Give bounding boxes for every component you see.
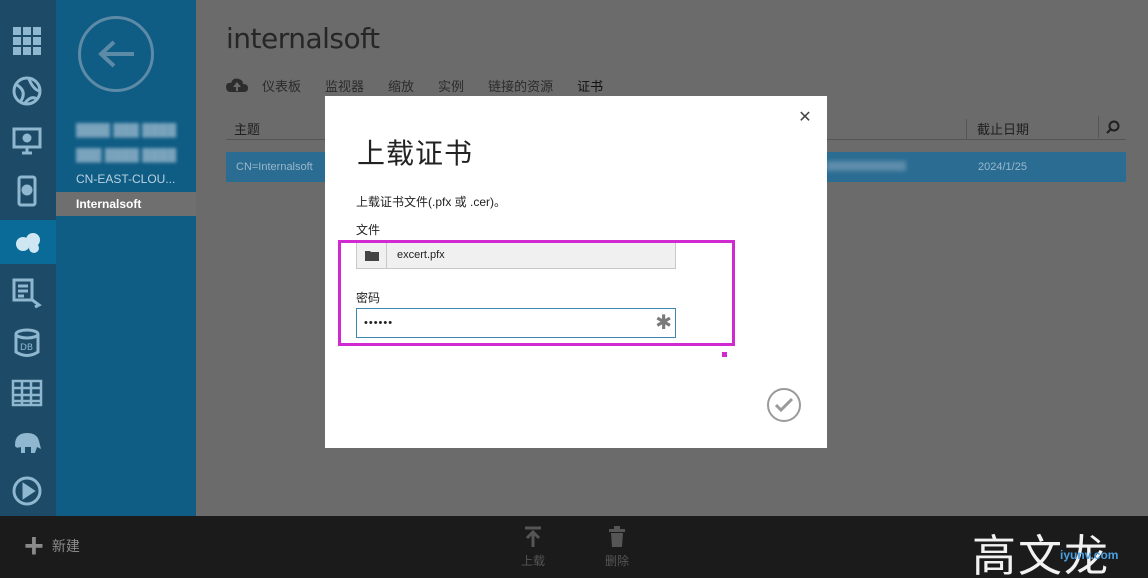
upload-certificate-dialog: ✕ 上载证书 上载证书文件(.pfx 或 .cer)。 文件 excert.pf… — [325, 96, 827, 448]
search-icon[interactable] — [1098, 116, 1126, 138]
confirm-button[interactable] — [767, 388, 801, 422]
upload-button[interactable]: 上载 — [508, 526, 558, 569]
nav-item-blurred-1[interactable]: ████ ███ ████ — [56, 118, 196, 142]
trash-icon — [609, 526, 625, 547]
tab-certificates[interactable]: 证书 — [577, 76, 603, 95]
mobile-icon[interactable] — [8, 172, 46, 210]
new-button[interactable]: + 新建 — [24, 527, 80, 565]
icon-rail: DB — [0, 0, 56, 516]
highlight-annotation — [338, 240, 735, 346]
row-expiry: 2024/1/25 — [978, 161, 1027, 173]
upload-icon — [525, 526, 541, 547]
tab-linked-resources[interactable]: 链接的资源 — [488, 76, 553, 95]
monitor-icon[interactable] — [8, 122, 46, 160]
column-header-expiry[interactable]: 截止日期 — [966, 119, 1096, 139]
row-thumbprint-blurred — [826, 161, 906, 171]
table-icon[interactable] — [8, 374, 46, 412]
delete-label: 删除 — [604, 554, 629, 568]
tab-scale[interactable]: 缩放 — [388, 76, 414, 95]
plus-icon: + — [24, 527, 44, 565]
database-icon[interactable]: DB — [8, 324, 46, 362]
tab-dashboard[interactable]: 仪表板 — [262, 76, 301, 95]
tab-bar: 仪表板 监视器 缩放 实例 链接的资源 证书 — [226, 74, 627, 96]
media-icon[interactable] — [8, 472, 46, 510]
elephant-icon[interactable] — [8, 422, 46, 460]
nav-item-cn-east-cloud[interactable]: CN-EAST-CLOU... — [56, 167, 196, 191]
cloud-services-icon[interactable] — [0, 220, 56, 264]
delete-button[interactable]: 删除 — [592, 526, 642, 569]
grid-apps-icon[interactable] — [8, 22, 46, 60]
dialog-description: 上载证书文件(.pfx 或 .cer)。 — [356, 195, 507, 209]
tab-instances[interactable]: 实例 — [438, 76, 464, 95]
back-arrow-icon — [98, 40, 134, 68]
globe-icon[interactable] — [8, 72, 46, 110]
watermark-site: iyunv.com — [1060, 548, 1119, 562]
documents-icon[interactable] — [8, 274, 46, 312]
page-title: internalsoft — [226, 22, 380, 55]
back-button[interactable] — [78, 16, 154, 92]
command-bar: + 新建 上载 删除 高文龙 iyunv.com — [0, 516, 1148, 578]
check-icon — [774, 397, 794, 413]
new-label: 新建 — [51, 538, 80, 554]
nav-item-internalsoft[interactable]: Internalsoft — [56, 192, 196, 216]
nav-panel: ████ ███ ████ ███ ████ ████ CN-EAST-CLOU… — [56, 0, 196, 516]
row-subject: CN=Internalsoft — [236, 161, 313, 173]
upload-label: 上载 — [520, 554, 545, 568]
nav-item-blurred-2[interactable]: ███ ████ ████ — [56, 143, 196, 167]
svg-text:DB: DB — [20, 343, 33, 353]
close-icon[interactable]: ✕ — [797, 110, 813, 126]
column-header-subject[interactable]: 主题 — [234, 119, 260, 138]
file-label: 文件 — [356, 223, 381, 237]
tab-monitor[interactable]: 监视器 — [325, 76, 364, 95]
cloud-upload-icon — [226, 78, 248, 92]
highlight-dot — [722, 352, 727, 357]
dialog-title: 上载证书 — [357, 137, 474, 170]
